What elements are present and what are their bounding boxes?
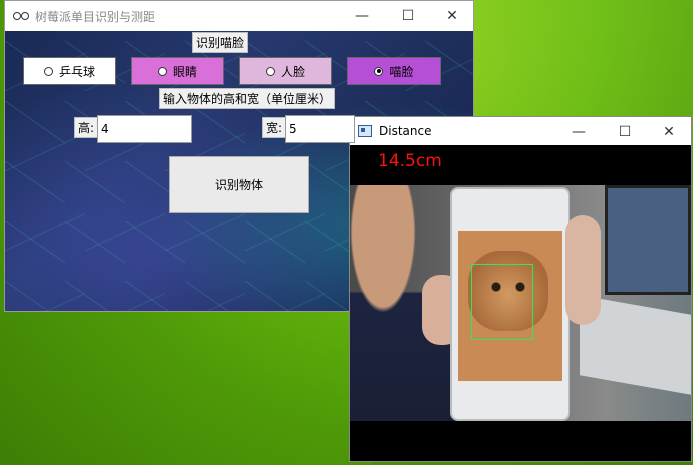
detection-box xyxy=(471,264,533,340)
main-titlebar[interactable]: 树莓派单目识别与测距 — ☐ ✕ xyxy=(5,1,473,31)
close-button[interactable]: ✕ xyxy=(429,1,475,31)
radio-label: 喵脸 xyxy=(389,64,414,79)
radio-human-face[interactable]: 人脸 xyxy=(239,57,332,85)
distance-window-title: Distance xyxy=(379,124,432,138)
minimize-button[interactable]: — xyxy=(339,1,385,31)
camera-feed: 14.5cm xyxy=(350,145,691,461)
glasses-icon xyxy=(13,11,29,21)
width-input[interactable]: 5 xyxy=(285,115,355,143)
radio-label: 人脸 xyxy=(280,64,305,79)
size-prompt-label: 输入物体的高和宽（单位厘米） xyxy=(159,88,336,109)
window-title: 树莓派单目识别与测距 xyxy=(35,9,156,24)
radio-indicator xyxy=(265,66,275,76)
maximize-button[interactable]: ☐ xyxy=(602,117,648,147)
radio-indicator xyxy=(43,66,53,76)
minimize-button[interactable]: — xyxy=(556,117,602,147)
distance-titlebar[interactable]: Distance — ☐ ✕ xyxy=(350,117,691,145)
radio-label: 眼睛 xyxy=(172,64,197,79)
identify-object-button[interactable]: 识别物体 xyxy=(169,156,309,213)
background-monitor xyxy=(605,185,691,295)
maximize-button[interactable]: ☐ xyxy=(385,1,431,31)
width-label: 宽: xyxy=(262,117,287,138)
close-button[interactable]: ✕ xyxy=(646,117,692,147)
radio-pingpong[interactable]: 乒乓球 xyxy=(23,57,116,85)
recognize-face-label: 识别喵脸 xyxy=(192,32,249,53)
distance-reading: 14.5cm xyxy=(378,151,442,171)
radio-eyes[interactable]: 眼睛 xyxy=(131,57,224,85)
distance-window: Distance — ☐ ✕ 14.5cm xyxy=(349,116,692,462)
radio-cat-face[interactable]: 喵脸 xyxy=(347,57,441,85)
radio-indicator xyxy=(157,66,167,76)
height-label: 高: xyxy=(74,117,99,138)
height-input[interactable]: 4 xyxy=(97,115,192,143)
radio-label: 乒乓球 xyxy=(58,64,95,79)
radio-indicator-checked xyxy=(374,66,384,76)
hand xyxy=(565,215,601,325)
window-app-icon xyxy=(358,125,372,137)
